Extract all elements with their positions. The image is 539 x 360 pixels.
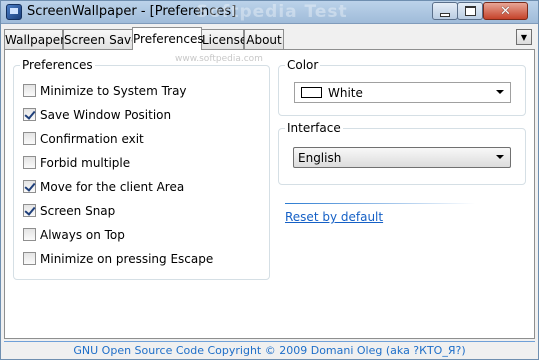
tab-wallpaper[interactable]: Wallpaper: [4, 29, 65, 49]
option-label: Confirmation exit: [40, 131, 144, 146]
reset-default-link[interactable]: Reset by default: [285, 210, 383, 224]
interface-language-select[interactable]: English: [293, 147, 511, 168]
option-label: Save Window Position: [40, 107, 172, 122]
interface-value: English: [298, 150, 342, 165]
checkbox[interactable]: [23, 228, 36, 241]
option-save-window-position[interactable]: Save Window Position: [23, 107, 171, 122]
option-label: Screen Snap: [40, 203, 116, 218]
option-minimize-escape[interactable]: Minimize on pressing Escape: [23, 251, 213, 266]
watermark: Softpedia Test: [196, 2, 348, 22]
tab-preferences[interactable]: Preferences: [132, 27, 204, 50]
option-minimize-tray[interactable]: Minimize to System Tray: [23, 83, 187, 98]
softpedia-mark: www.softpedia.com: [175, 54, 263, 64]
checkbox-checked[interactable]: [23, 180, 36, 193]
preferences-panel: www.softpedia.com Preferences Minimize t…: [4, 49, 535, 339]
tab-license[interactable]: License: [201, 29, 247, 49]
checkbox[interactable]: [23, 132, 36, 145]
divider: [285, 203, 475, 204]
tab-menu-button[interactable]: ▼: [516, 29, 532, 45]
close-icon: ✕: [500, 3, 511, 19]
option-forbid-multiple[interactable]: Forbid multiple: [23, 155, 130, 170]
tab-screen-save[interactable]: Screen Save: [63, 29, 139, 49]
color-group: Color White: [278, 58, 526, 116]
maximize-icon: [464, 6, 476, 16]
option-move-client-area[interactable]: Move for the client Area: [23, 179, 184, 194]
interface-group-label: Interface: [285, 121, 343, 135]
checkbox[interactable]: [23, 84, 36, 97]
interface-group: Interface English: [278, 121, 526, 185]
app-icon: [6, 4, 22, 20]
checkbox[interactable]: [23, 252, 36, 265]
chevron-down-icon: ▼: [520, 32, 528, 42]
color-swatch: [301, 87, 322, 98]
option-screen-snap[interactable]: Screen Snap: [23, 203, 115, 218]
color-value: White: [328, 85, 363, 100]
close-button[interactable]: ✕: [483, 2, 528, 20]
color-select[interactable]: White: [294, 82, 511, 103]
minimize-icon: [440, 13, 450, 17]
color-group-label: Color: [285, 58, 321, 72]
chevron-down-icon: [496, 155, 504, 159]
option-label: Move for the client Area: [40, 179, 185, 194]
option-label: Forbid multiple: [40, 155, 131, 170]
checkbox-checked[interactable]: [23, 204, 36, 217]
checkbox[interactable]: [23, 156, 36, 169]
checkbox-checked[interactable]: [23, 108, 36, 121]
option-label: Always on Top: [40, 227, 125, 242]
tab-about[interactable]: About: [244, 29, 284, 49]
option-always-on-top[interactable]: Always on Top: [23, 227, 125, 242]
minimize-button[interactable]: [432, 2, 458, 20]
preferences-group-label: Preferences: [20, 58, 95, 72]
option-label: Minimize on pressing Escape: [40, 251, 214, 266]
status-bar: GNU Open Source Code Copyright © 2009 Do…: [4, 341, 535, 359]
option-label: Minimize to System Tray: [40, 83, 187, 98]
maximize-button[interactable]: [457, 2, 483, 20]
chevron-down-icon: [496, 90, 504, 94]
preferences-group: Preferences Minimize to System Tray Save…: [13, 58, 270, 280]
app-window: ScreenWallpaper - [Preferences] Softpedi…: [0, 0, 539, 360]
option-confirmation-exit[interactable]: Confirmation exit: [23, 131, 144, 146]
title-bar[interactable]: ScreenWallpaper - [Preferences] Softpedi…: [1, 1, 538, 24]
